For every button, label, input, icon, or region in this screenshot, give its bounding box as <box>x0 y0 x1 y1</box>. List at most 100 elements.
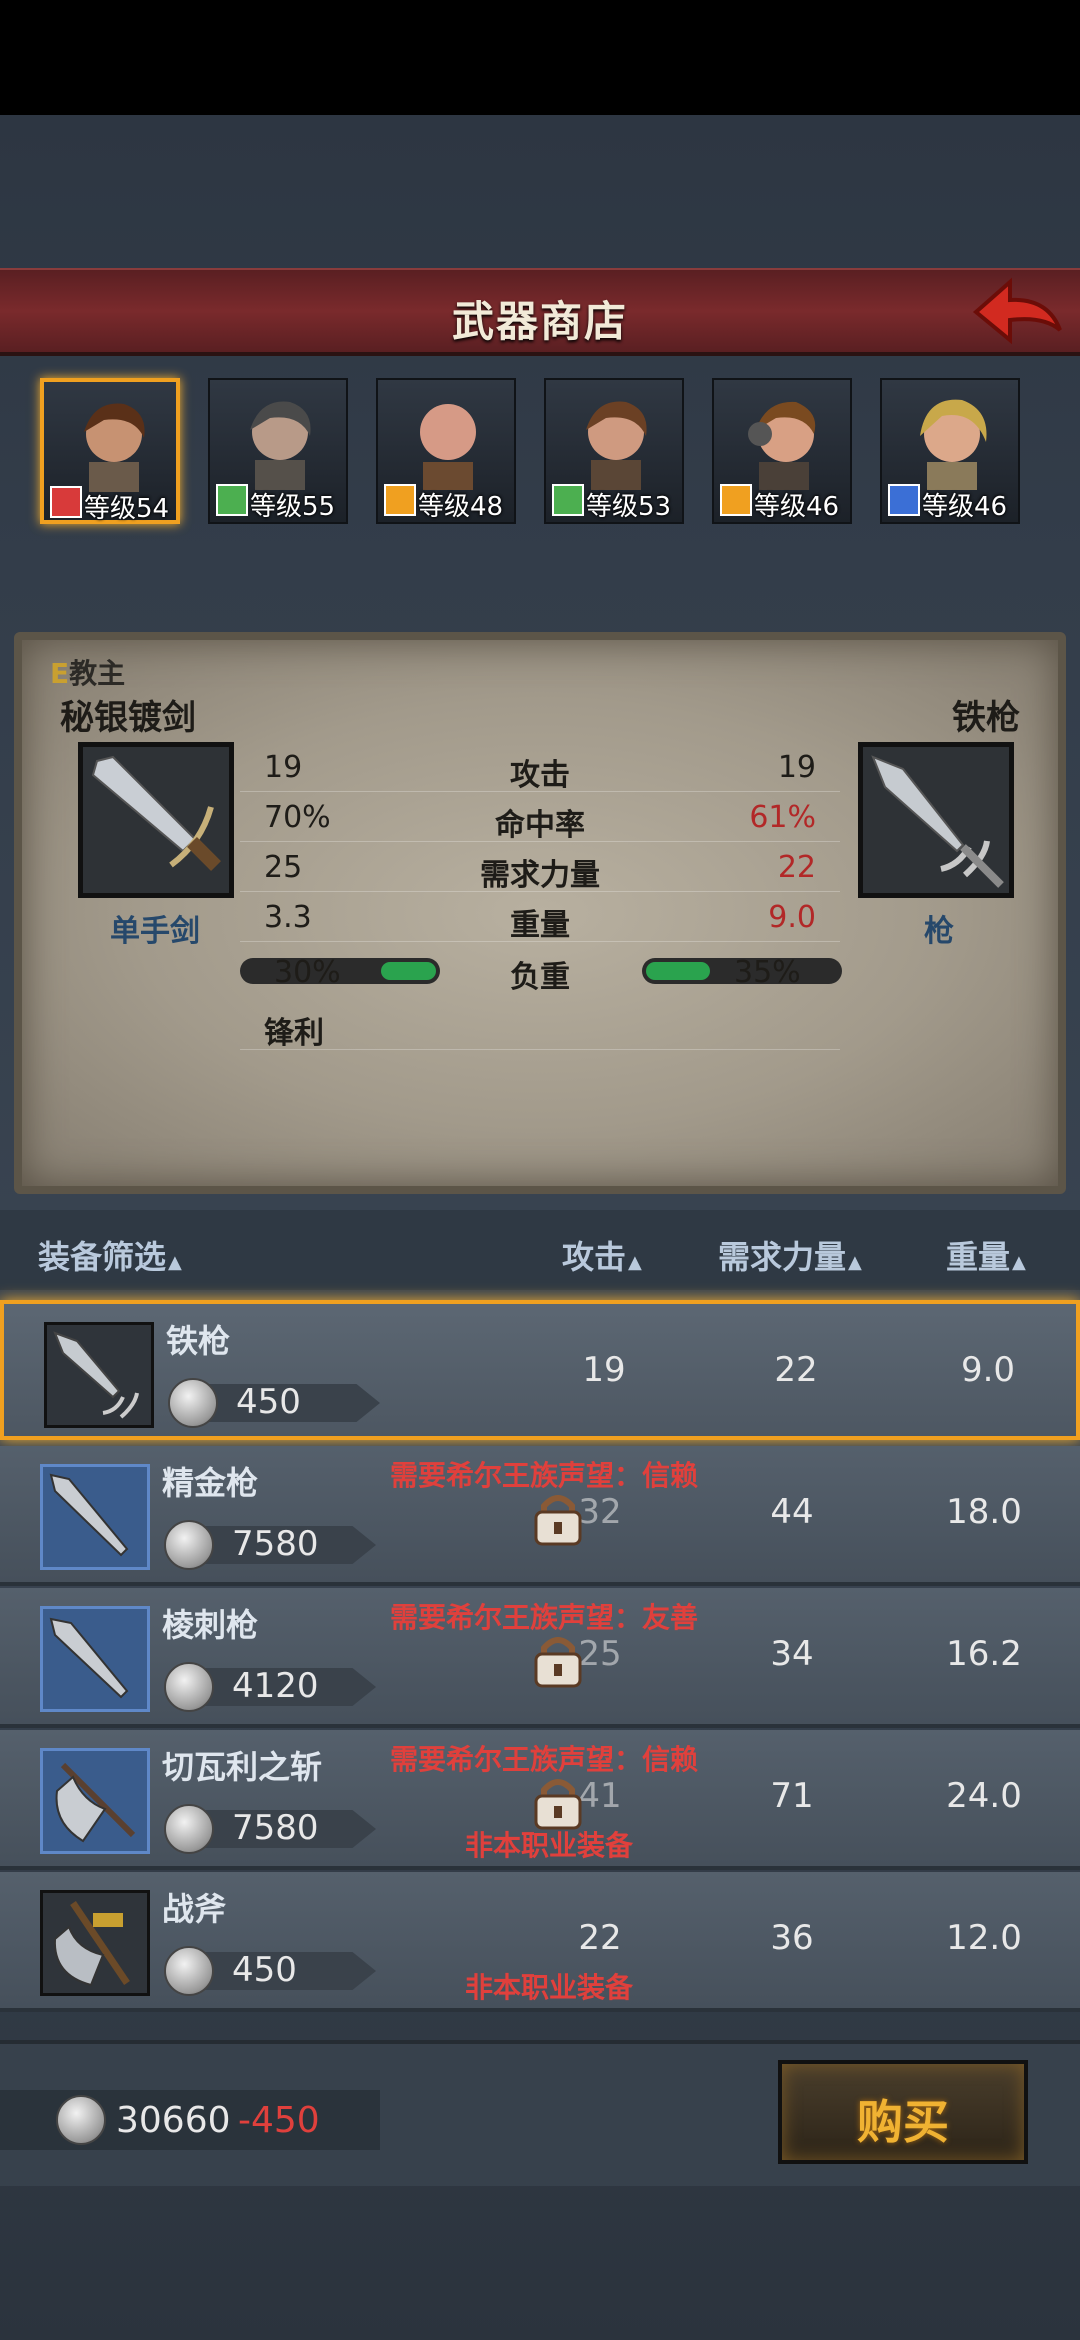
load-bar-right: 35% <box>642 955 842 990</box>
hero-level: 等级55 <box>250 492 336 522</box>
item-name: 精金枪 <box>162 1464 259 1502</box>
strength-header: 需求力量 <box>718 1238 847 1276</box>
item-attack: 22 <box>578 1918 622 1958</box>
title-bar: 武器商店 <box>0 268 1080 356</box>
hero-face-icon <box>920 399 987 490</box>
current-weapon-name: 秘银镀剑 <box>60 698 196 738</box>
hero-face-icon <box>250 401 311 490</box>
item-strength: 22 <box>774 1350 818 1390</box>
hero-selector: 等级54 等级55 等级48 等级53 等级46 等级46 <box>40 378 1040 528</box>
hero-portrait-5[interactable]: 等级46 <box>712 378 852 524</box>
page-title: 武器商店 <box>451 297 628 346</box>
currency-delta: -450 <box>238 2100 320 2141</box>
item-name: 铁枪 <box>166 1322 231 1360</box>
currency-balance: 30660 <box>116 2100 231 2141</box>
item-weight: 16.2 <box>946 1634 1022 1674</box>
silver-coin-icon <box>56 2095 106 2145</box>
item-name: 切瓦利之斩 <box>162 1748 323 1786</box>
back-arrow-icon[interactable] <box>968 272 1068 352</box>
filter-button[interactable]: 装备筛选 ▲ <box>38 1232 182 1278</box>
trait-row: 锋利 <box>240 1000 840 1051</box>
hero-face-icon <box>748 401 816 490</box>
spear-icon <box>44 1322 154 1428</box>
hero-portrait-3[interactable]: 等级48 <box>376 378 516 524</box>
spear-icon <box>871 755 1004 888</box>
item-weight: 24.0 <box>946 1776 1022 1816</box>
hero-level: 等级46 <box>922 492 1008 522</box>
load-label-row: 负重 <box>440 944 640 995</box>
grade-badge: E <box>50 657 70 690</box>
item-price: 7580 <box>232 1524 319 1564</box>
item-price: 7580 <box>232 1808 319 1848</box>
hero-portrait-4[interactable]: 等级53 <box>544 378 684 524</box>
hero-portrait-1[interactable]: 等级54 <box>40 378 180 524</box>
item-price: 4120 <box>232 1666 319 1706</box>
hero-title-text: 教主 <box>69 657 126 690</box>
shield-class-icon <box>384 484 416 516</box>
hero-level: 等级54 <box>84 494 170 524</box>
item-price: 450 <box>236 1382 301 1422</box>
item-strength: 34 <box>770 1634 814 1674</box>
stat-right: 19 <box>777 750 816 785</box>
sort-arrow-icon: ▲ <box>848 1252 862 1273</box>
load-bar-left: 30% <box>240 955 440 990</box>
axe-icon <box>40 1890 150 1996</box>
hero-title: E教主 <box>50 652 125 692</box>
sort-weight-button[interactable]: 重量 ▲ <box>946 1232 1026 1278</box>
sword-icon <box>91 755 221 871</box>
status-bar <box>0 0 1080 115</box>
item-name: 战斧 <box>162 1890 227 1928</box>
stat-label: 需求力量 <box>480 858 600 893</box>
silver-coin-icon <box>164 1520 214 1570</box>
hero-level: 等级48 <box>418 492 504 522</box>
weight-header: 重量 <box>946 1238 1011 1276</box>
cross-swords-class-icon <box>552 484 584 516</box>
reputation-requirement: 需要希尔王族声望：信赖 <box>390 1459 699 1492</box>
current-weapon-type: 单手剑 <box>110 914 200 949</box>
item-strength: 71 <box>770 1776 814 1816</box>
stat-row-accuracy: 70% 命中率 61% <box>240 792 840 843</box>
reputation-requirement: 需要希尔王族声望：友善 <box>390 1601 699 1634</box>
silver-coin-icon <box>164 1662 214 1712</box>
silver-coin-icon <box>168 1378 218 1428</box>
load-fill <box>381 962 436 980</box>
hero-face-icon <box>84 403 145 492</box>
item-strength: 44 <box>770 1492 814 1532</box>
hero-portrait-6[interactable]: 等级46 <box>880 378 1020 524</box>
shop-item-row[interactable]: 棱刺枪 4120 25 34 16.2 需要希尔王族声望：友善 <box>0 1588 1080 1728</box>
sort-arrow-icon: ▲ <box>628 1252 642 1273</box>
hero-portrait-2[interactable]: 等级55 <box>208 378 348 524</box>
sword-class-icon <box>888 484 920 516</box>
load-fill <box>646 962 710 980</box>
list-header: 装备筛选 ▲ 攻击 ▲ 需求力量 ▲ 重量 ▲ <box>0 1210 1080 1290</box>
shop-item-row[interactable]: 切瓦利之斩 7580 41 71 24.0 需要希尔王族声望：信赖 非本职业装备 <box>0 1730 1080 1870</box>
trait-label: 锋利 <box>264 1016 324 1051</box>
sort-strength-button[interactable]: 需求力量 ▲ <box>718 1232 862 1278</box>
shop-item-row[interactable]: 精金枪 7580 32 44 18.0 需要希尔王族声望：信赖 <box>0 1446 1080 1586</box>
lock-icon <box>534 1495 582 1546</box>
current-weapon-image <box>78 742 234 898</box>
shop-item-row[interactable]: 铁枪 450 19 22 9.0 <box>0 1300 1080 1440</box>
buy-button[interactable]: 购买 <box>778 2060 1028 2164</box>
item-weight: 12.0 <box>946 1918 1022 1958</box>
class-restriction-note: 非本职业装备 <box>465 1829 634 1862</box>
selected-weapon-type: 枪 <box>924 914 954 949</box>
stat-label: 重量 <box>510 908 570 943</box>
hero-level: 等级46 <box>754 492 840 522</box>
hero-level: 等级53 <box>586 492 672 522</box>
hero-face-icon <box>420 404 476 490</box>
stat-row-attack: 19 攻击 19 <box>240 742 840 793</box>
cross-swords-class-icon <box>216 484 248 516</box>
class-restriction-note: 非本职业装备 <box>465 1971 634 2004</box>
stat-right: 61% <box>749 800 816 835</box>
sort-arrow-icon: ▲ <box>168 1252 182 1273</box>
sort-attack-button[interactable]: 攻击 ▲ <box>562 1232 642 1278</box>
silver-coin-icon <box>164 1946 214 1996</box>
shop-item-row[interactable]: 战斧 450 22 36 12.0 非本职业装备 <box>0 1872 1080 2012</box>
stat-right: 9.0 <box>768 900 816 935</box>
axe-icon <box>40 1748 150 1854</box>
stat-row-weight: 3.3 重量 9.0 <box>240 892 840 943</box>
item-attack: 19 <box>582 1350 626 1390</box>
silver-coin-icon <box>164 1804 214 1854</box>
load-left-value: 30% <box>274 955 341 990</box>
